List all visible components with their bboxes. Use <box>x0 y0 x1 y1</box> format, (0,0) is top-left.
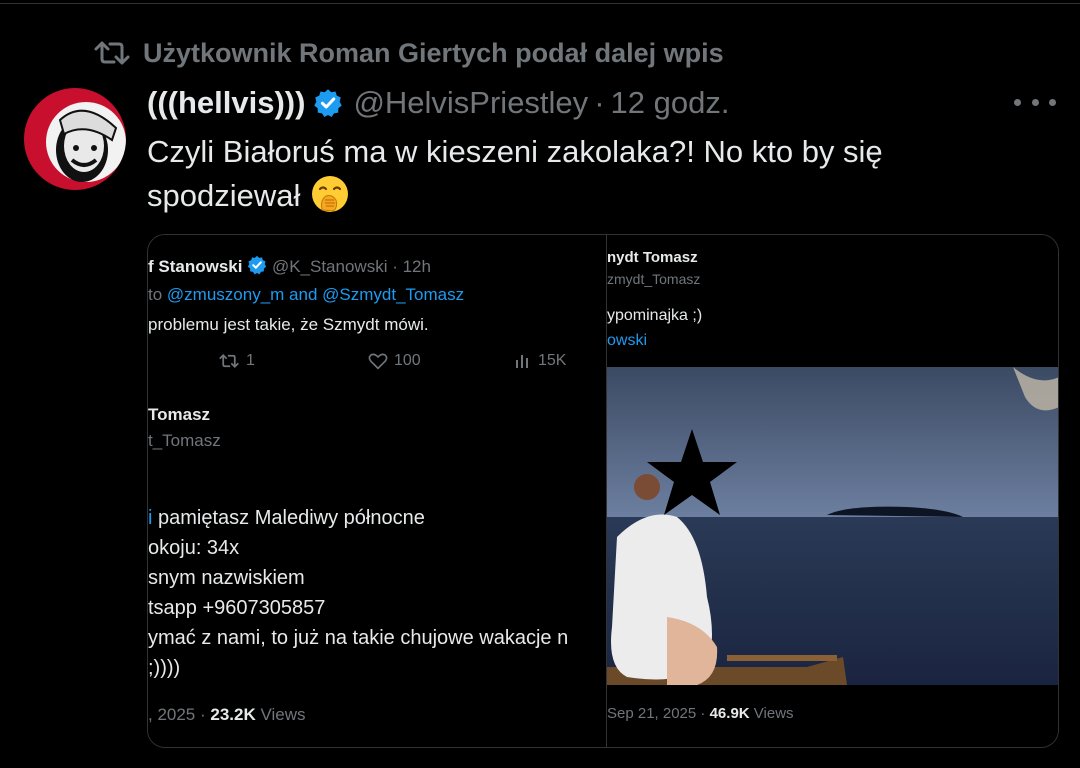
quoted-line-2: okoju: 34x <box>148 537 240 559</box>
verified-badge-icon <box>314 89 343 117</box>
retweet-icon <box>94 41 130 65</box>
hand-over-mouth-emoji-icon <box>312 176 349 212</box>
embed-left-quoted-handle: t_Tomasz <box>148 431 221 450</box>
tweet-timestamp[interactable]: 12 godz. <box>611 85 730 121</box>
embed-left-handle: @K_Stanowski <box>271 257 388 276</box>
avatar[interactable] <box>24 88 126 190</box>
embed-left-quoted-name: Tomasz <box>148 405 211 424</box>
embed-left-views: 15K <box>514 352 566 370</box>
embed-left-retweets: 1 <box>218 352 255 370</box>
author-name[interactable]: (((hellvis))) <box>147 85 305 121</box>
embed-left-footer-views: 23.2K <box>210 705 256 724</box>
tweet-text-line-2-wrap: spodziewał <box>147 174 1037 218</box>
embed-views-icon <box>516 355 528 368</box>
embed-left-reply-prefix: to <box>148 285 163 304</box>
quoted-line-1: i pamiętasz Malediwy północne <box>148 507 425 529</box>
embed-left-retweet-count: 1 <box>246 352 255 369</box>
tweet-author-line: (((hellvis))) @HelvisPriestley · 12 godz… <box>147 83 729 123</box>
embed-right-name: nydt Tomasz <box>607 249 698 266</box>
maldives-photo <box>607 367 1058 685</box>
retweet-header[interactable]: Użytkownik Roman Giertych podał dalej wp… <box>93 35 724 71</box>
author-handle[interactable]: @HelvisPriestley <box>353 85 588 121</box>
retweet-label: Użytkownik Roman Giertych podał dalej wp… <box>143 37 724 68</box>
embed-right-footer-views: 46.9K <box>709 705 750 722</box>
embed-left-like-count: 100 <box>394 352 421 369</box>
embed-left-time: · 12h <box>392 257 431 276</box>
embed-right-footer: Sep 21, 2025 · 46.9K Views <box>607 705 794 722</box>
top-divider <box>0 3 1080 4</box>
embed-left-footer-date: , 2025 · <box>148 705 206 724</box>
quoted-line-4: tsapp +9607305857 <box>148 597 326 619</box>
embed-right-handle: zmydt_Tomasz <box>607 271 701 287</box>
embed-heart-icon <box>368 353 388 370</box>
avatar-image <box>24 88 126 190</box>
embed-right-link: owski <box>607 332 648 349</box>
embed-right-footer-date: Sep 21, 2025 · <box>607 705 706 722</box>
embed-right-text: ypominajka ;) <box>607 307 703 324</box>
tweet-text-line-2: spodziewał <box>147 178 301 213</box>
embed-left-author-line: f Stanowski @K_Stanowski · 12h <box>148 255 431 277</box>
embed-left-quoted-text: i pamiętasz Malediwy północne okoju: 34x… <box>148 503 568 683</box>
embed-left-name: f Stanowski <box>148 257 243 276</box>
embed-left-reply-mentions: @zmuszony_m and @Szmydt_Tomasz <box>166 285 465 304</box>
quoted-line-6: ;)))) <box>148 657 181 679</box>
embed-left-text: problemu jest takie, że Szmydt mówi. <box>148 315 429 334</box>
tweet-text: Czyli Białoruś ma w kieszeni zakolaka?! … <box>147 130 1037 218</box>
meta-separator: · <box>594 85 605 120</box>
embed-retweet-icon <box>219 353 239 369</box>
embed-left-view-count: 15K <box>538 352 567 369</box>
quoted-line-5: ymać z nami, to już na takie chujowe wak… <box>148 627 569 649</box>
embedded-screenshot-right[interactable]: nydt Tomasz zmydt_Tomasz ypominajka ;) o… <box>606 235 1058 747</box>
embed-left-reply-line: to @zmuszony_m and @Szmydt_Tomasz <box>148 285 464 305</box>
embed-left-verified-icon <box>248 255 267 275</box>
attached-media[interactable]: f Stanowski @K_Stanowski · 12h to @zmusz… <box>147 234 1059 748</box>
more-options-icon[interactable] <box>1014 92 1056 112</box>
embed-left-likes: 100 <box>368 352 421 370</box>
embed-left-footer-views-label: Views <box>260 705 306 724</box>
tweet-text-line-1: Czyli Białoruś ma w kieszeni zakolaka?! … <box>147 134 883 169</box>
quoted-line-3: snym nazwiskiem <box>148 567 305 589</box>
embed-right-footer-views-label: Views <box>753 705 794 722</box>
embedded-screenshot-left[interactable]: f Stanowski @K_Stanowski · 12h to @zmusz… <box>148 235 606 747</box>
embed-left-footer: , 2025 · 23.2K Views <box>148 705 306 725</box>
